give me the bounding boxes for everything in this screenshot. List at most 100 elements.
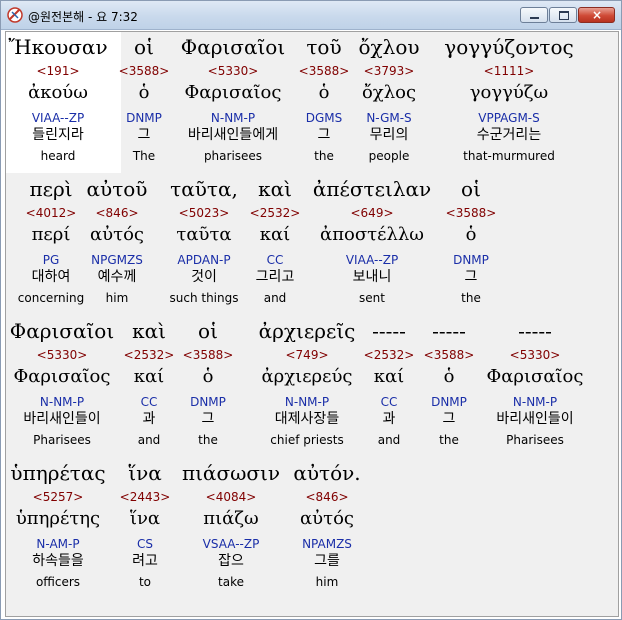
morphology-code: N-NM-P	[39, 395, 85, 409]
korean-gloss: 그	[442, 411, 456, 427]
english-gloss: The	[132, 149, 156, 163]
greek-word: ἀπέστειλαν	[312, 177, 432, 201]
morphology-code: VSAA--ZP	[202, 537, 260, 551]
greek-word: ἀρχιερεῖς	[258, 319, 356, 343]
strong-number: <846>	[95, 206, 139, 220]
greek-word: καὶ	[132, 319, 166, 343]
morphology-code: PG	[42, 253, 60, 267]
strong-number: <4012>	[25, 206, 77, 220]
korean-gloss: 예수께	[97, 269, 137, 285]
english-gloss: him	[105, 291, 129, 305]
greek-word: οἱ	[198, 319, 218, 343]
morphology-code: DNMP	[453, 253, 489, 267]
english-gloss: Pharisees	[33, 433, 91, 447]
close-button[interactable]: ×	[578, 7, 615, 23]
lemma: καί	[133, 366, 165, 387]
english-gloss: such things	[169, 291, 239, 305]
morphology-code: NPGMZS	[91, 253, 143, 267]
lemma: ἵνα	[129, 508, 161, 529]
greek-word: ὄχλου	[358, 35, 420, 59]
greek-word: Φαρισαῖοι	[9, 319, 115, 343]
strong-number: <749>	[285, 348, 329, 362]
korean-gloss: 바리새인들이	[23, 411, 101, 427]
minimize-icon	[530, 17, 539, 19]
strong-number: <2532>	[123, 348, 175, 362]
korean-gloss: 려고	[132, 553, 158, 569]
korean-gloss: 바리새인들에게	[187, 127, 279, 143]
lemma: ὁ	[465, 224, 477, 245]
maximize-icon	[559, 11, 569, 20]
lemma: ἀρχιερεύς	[261, 366, 353, 387]
strong-number: <3588>	[118, 64, 170, 78]
strong-number: <5257>	[32, 490, 84, 504]
greek-word: πιάσωσιν	[181, 461, 281, 485]
morphology-code: DNMP	[190, 395, 226, 409]
english-gloss: that-murmured	[463, 149, 555, 163]
english-gloss: the	[439, 433, 459, 447]
strong-number: <5330>	[36, 348, 88, 362]
strong-number: <3588>	[445, 206, 497, 220]
morphology-code: NPAMZS	[302, 537, 352, 551]
greek-word: περὶ	[29, 177, 73, 201]
korean-gloss: 바리새인들이	[496, 411, 574, 427]
lemma: πιάζω	[203, 508, 259, 529]
greek-word: Φαρισαῖοι	[180, 35, 286, 59]
korean-gloss: 그	[317, 127, 331, 143]
lemma: αὐτός	[90, 224, 144, 245]
lemma: γογγύζω	[469, 82, 549, 103]
greek-word: αὐτοῦ	[86, 177, 148, 201]
lemma: περί	[31, 224, 71, 245]
korean-gloss: 그리고	[255, 269, 295, 285]
lemma: Φαρισαῖος	[13, 366, 111, 387]
greek-word: ταῦτα,	[170, 177, 238, 201]
morphology-code: VIAA--ZP	[345, 253, 399, 267]
english-gloss: chief priests	[270, 433, 344, 447]
lemma: ἀκούω	[28, 82, 88, 103]
korean-gloss: 들린지라	[32, 127, 84, 143]
korean-gloss: 과	[382, 411, 396, 427]
greek-word: ὑπηρέτας	[10, 461, 106, 485]
strong-number: <2532>	[249, 206, 301, 220]
title-bar[interactable]: @원전본해 - 요 7:32 ×	[1, 1, 621, 30]
morphology-code: VPPAGM-S	[478, 111, 540, 125]
greek-word: οἱ	[134, 35, 154, 59]
morphology-code: CS	[137, 537, 153, 551]
english-gloss: to	[138, 575, 152, 589]
lemma: αὐτός	[300, 508, 354, 529]
morphology-code: VIAA--ZP	[31, 111, 85, 125]
greek-word: Ἤκουσαν	[8, 35, 108, 59]
lemma: ὁ	[443, 366, 455, 387]
greek-word: τοῦ	[306, 35, 342, 59]
strong-number: <2532>	[363, 348, 415, 362]
korean-gloss: 대하여	[31, 269, 71, 285]
strong-number: <3588>	[423, 348, 475, 362]
app-logo-icon	[7, 7, 23, 23]
minimize-button[interactable]	[520, 7, 548, 23]
korean-gloss: 그	[464, 269, 478, 285]
korean-gloss: 과	[142, 411, 156, 427]
morphology-code: DNMP	[431, 395, 467, 409]
english-gloss: and	[263, 291, 287, 305]
english-gloss: the	[461, 291, 481, 305]
strong-number: <2443>	[119, 490, 171, 504]
maximize-button[interactable]	[549, 7, 577, 23]
greek-word: αὐτόν.	[293, 461, 361, 485]
english-gloss: heard	[40, 149, 76, 163]
korean-gloss: 보내니	[352, 269, 392, 285]
lemma: ὑπηρέτης	[15, 508, 101, 529]
lemma: ὄχλος	[361, 82, 417, 103]
lemma: ὁ	[202, 366, 214, 387]
korean-gloss: 무리의	[369, 127, 409, 143]
morphology-code: CC	[140, 395, 158, 409]
interlinear-panel: Ἤκουσαν <191> ἀκούω VIAA--ZP 들린지라 heard οἱ <358…	[5, 31, 619, 617]
greek-word: -----	[372, 319, 406, 343]
morphology-code: N-GM-S	[366, 111, 412, 125]
morphology-code: N-AM-P	[36, 537, 80, 551]
korean-gloss: 수군거리는	[476, 127, 542, 143]
korean-gloss: 그를	[314, 553, 340, 569]
morphology-code: CC	[266, 253, 284, 267]
greek-word: ἵνα	[128, 461, 162, 485]
strong-number: <5330>	[509, 348, 561, 362]
morphology-code: N-NM-P	[284, 395, 330, 409]
english-gloss: and	[137, 433, 161, 447]
